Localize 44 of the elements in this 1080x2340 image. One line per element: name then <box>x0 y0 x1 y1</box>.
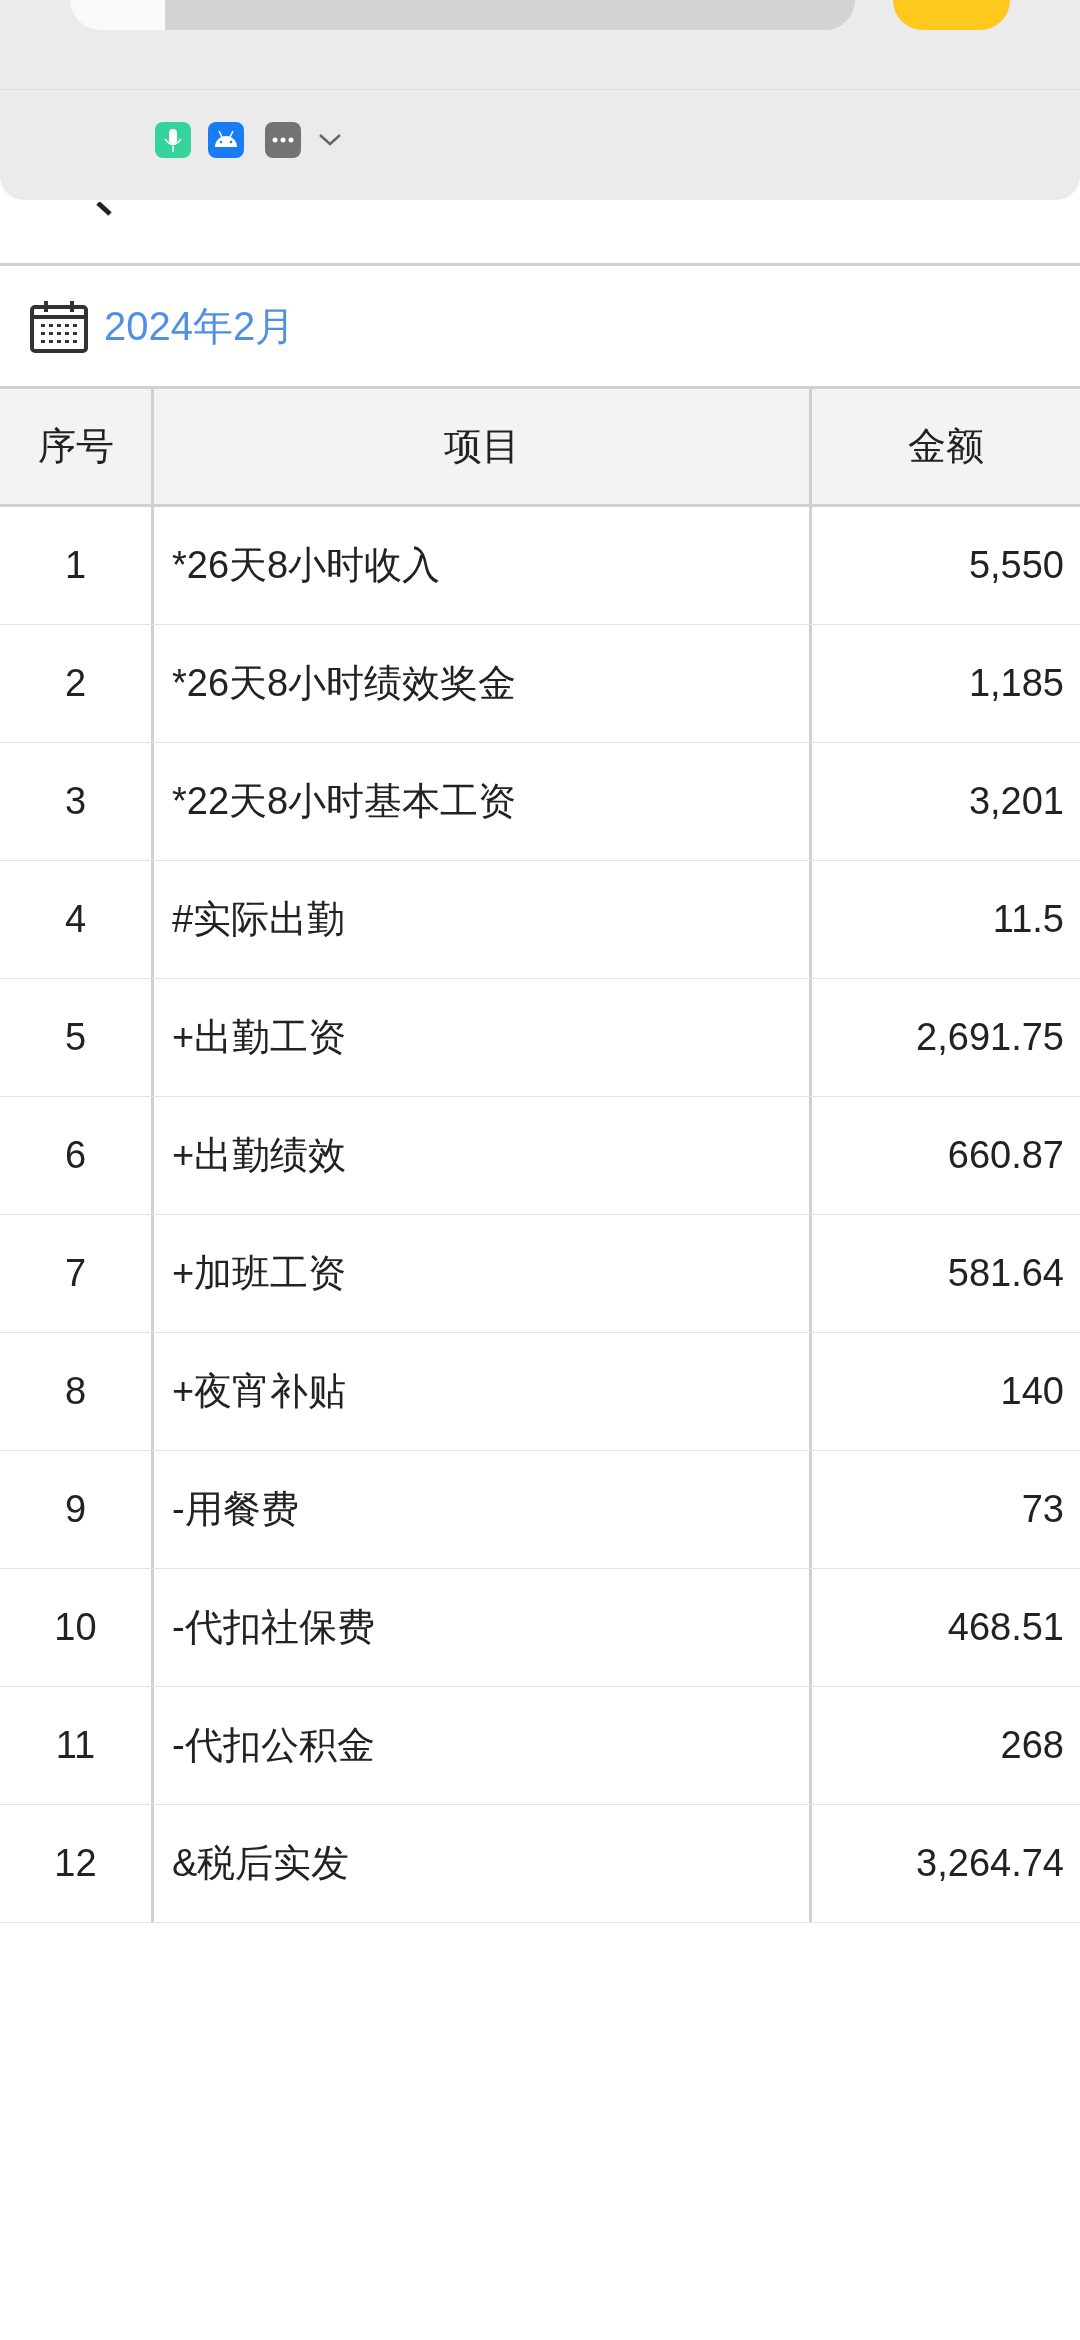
table-cell: 11.5 <box>809 861 1080 978</box>
table-cell: *22天8小时基本工资 <box>151 743 809 860</box>
column-header: 金额 <box>809 389 1080 504</box>
table-cell: #实际出勤 <box>151 861 809 978</box>
chevron-down-icon[interactable] <box>318 133 342 147</box>
table-cell-text: 3 <box>63 779 88 824</box>
table-cell-text: 12 <box>53 1841 98 1886</box>
table-cell: 5,550 <box>809 507 1080 624</box>
table-cell-text: 6 <box>63 1133 88 1178</box>
table-cell: 581.64 <box>809 1215 1080 1332</box>
column-header: 项目 <box>151 389 809 504</box>
table-cell: *26天8小时绩效奖金 <box>151 625 809 742</box>
table-cell: 660.87 <box>809 1097 1080 1214</box>
table-cell: &税后实发 <box>151 1805 809 1922</box>
table-cell: 73 <box>809 1451 1080 1568</box>
column-header: 序号 <box>36 424 115 469</box>
table-cell: -代扣公积金 <box>151 1687 809 1804</box>
table-cell: -用餐费 <box>151 1451 809 1568</box>
table-cell: 468.51 <box>809 1569 1080 1686</box>
table-cell: 140 <box>809 1333 1080 1450</box>
table-cell: 268 <box>809 1687 1080 1804</box>
table-cell-text: 11 <box>54 1723 97 1768</box>
table-cell-text: 2 <box>63 661 88 706</box>
table-cell: +出勤工资 <box>151 979 809 1096</box>
table-cell: 1,185 <box>809 625 1080 742</box>
table-cell-text: 1 <box>63 543 88 588</box>
date-text[interactable]: 2024年2月 <box>104 296 296 356</box>
table-cell: +出勤绩效 <box>151 1097 809 1214</box>
table-cell: 3,201 <box>809 743 1080 860</box>
table-cell: 3,264.74 <box>809 1805 1080 1922</box>
table-cell-text: 9 <box>63 1487 88 1532</box>
table-cell-text: 10 <box>53 1605 98 1650</box>
more-icon[interactable] <box>265 122 301 158</box>
table-cell: -代扣社保费 <box>151 1569 809 1686</box>
table-cell: +加班工资 <box>151 1215 809 1332</box>
table-cell: 2,691.75 <box>809 979 1080 1096</box>
android-icon[interactable] <box>208 122 244 158</box>
table-cell: +夜宵补贴 <box>151 1333 809 1450</box>
calendar-icon[interactable] <box>30 299 88 353</box>
table-cell-text: 4 <box>63 897 88 942</box>
table-cell-text: 8 <box>63 1369 88 1414</box>
table-cell-text: 7 <box>63 1251 88 1296</box>
table-cell-text: 5 <box>63 1015 88 1060</box>
table-cell: *26天8小时收入 <box>151 507 809 624</box>
